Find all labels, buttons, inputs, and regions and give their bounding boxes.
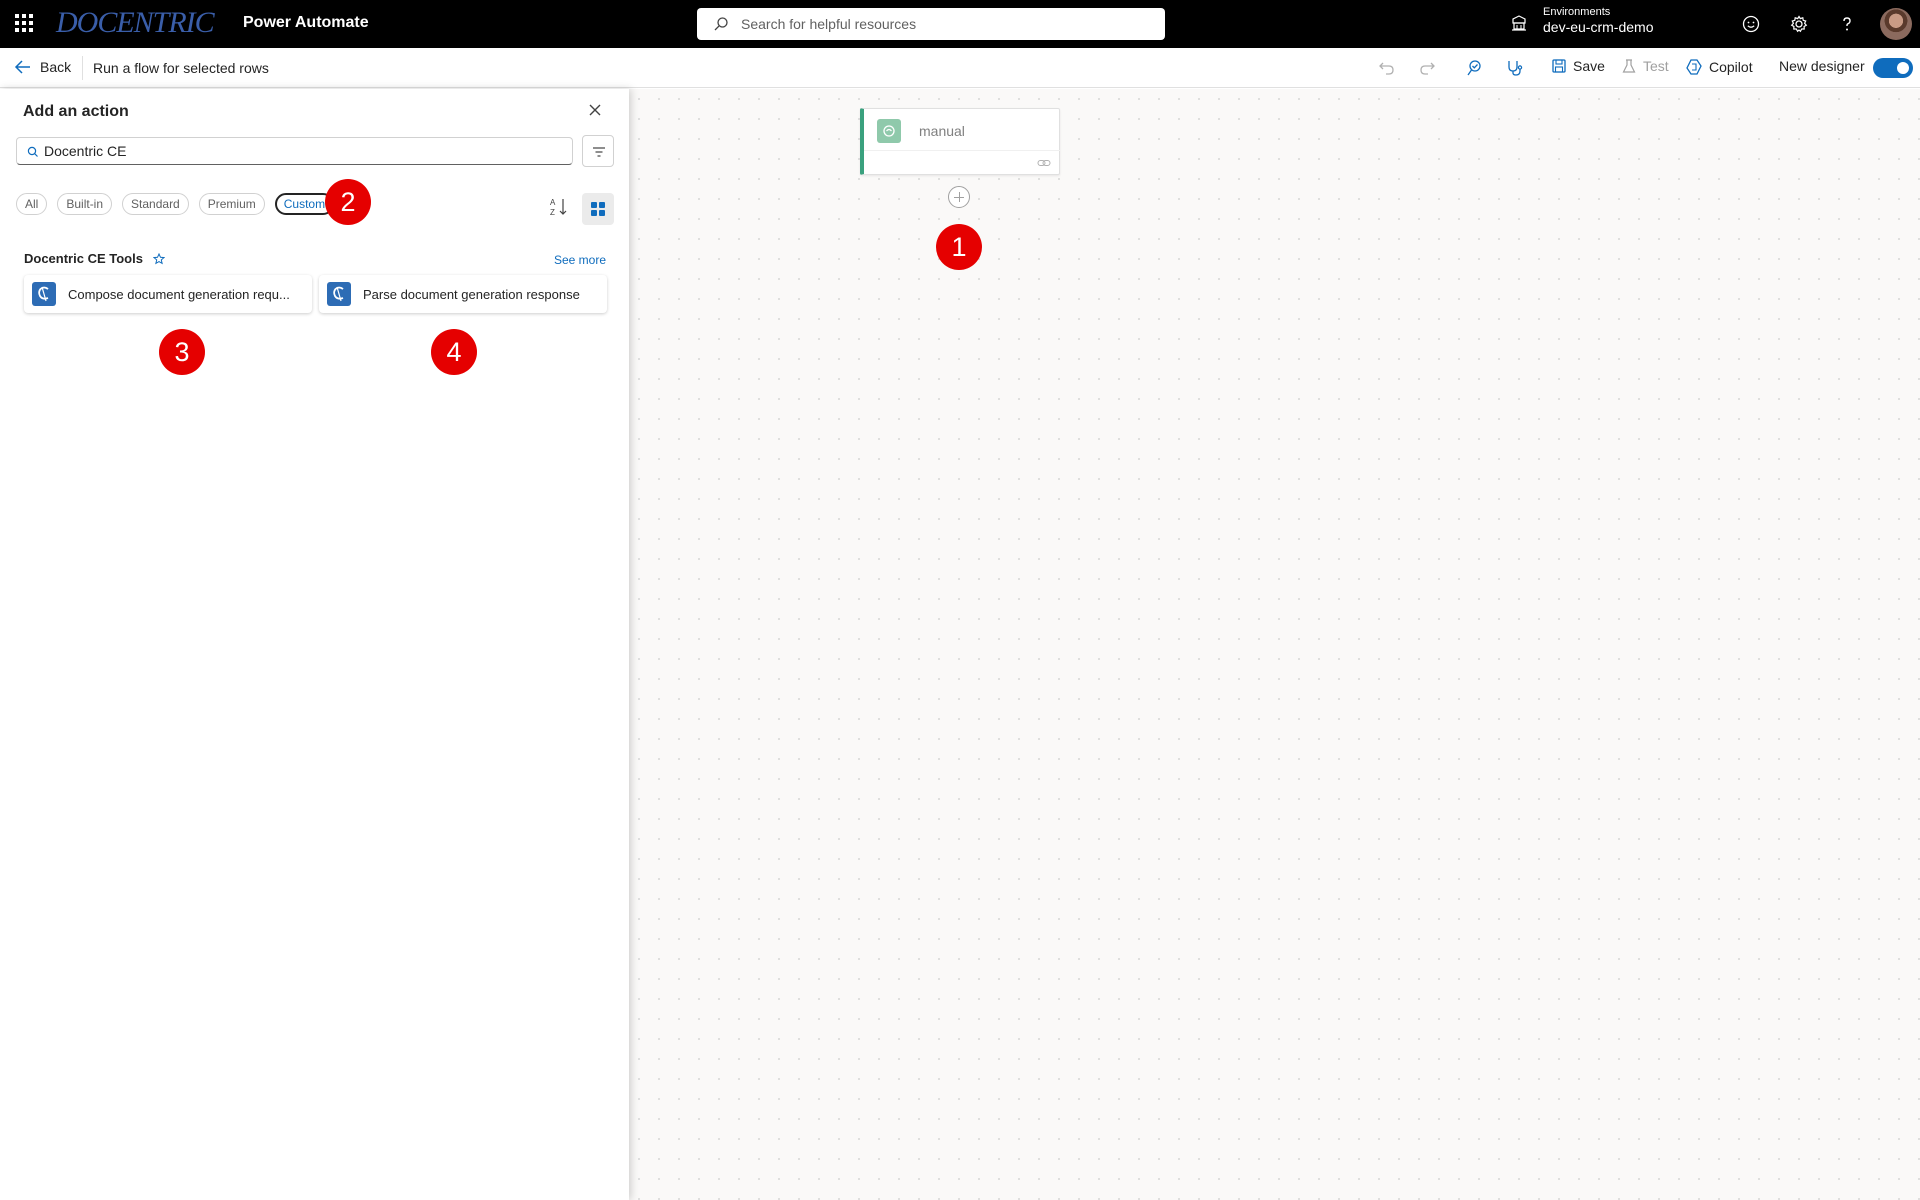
docentric-logo: DOCENTRIC	[56, 2, 215, 44]
filter-button[interactable]	[582, 135, 614, 167]
search-icon	[714, 17, 728, 31]
docentric-connector-icon	[32, 282, 56, 306]
redo-icon[interactable]	[1417, 58, 1437, 78]
filter-pill-built-in[interactable]: Built-in	[57, 193, 113, 215]
connector-name: Docentric CE Tools	[24, 251, 143, 266]
copilot-icon	[1686, 59, 1702, 75]
save-label: Save	[1573, 58, 1605, 74]
flow-title[interactable]: Run a flow for selected rows	[93, 60, 269, 76]
docentric-connector-icon	[327, 282, 351, 306]
trigger-icon	[877, 119, 901, 143]
callout-badge-4: 4	[431, 329, 477, 375]
link-icon	[1037, 160, 1051, 166]
new-designer-toggle[interactable]	[1873, 58, 1913, 78]
global-search[interactable]	[697, 8, 1165, 40]
test-label: Test	[1643, 58, 1669, 74]
logo-text: DOCENTRIC	[56, 6, 215, 39]
copilot-button[interactable]: Copilot	[1685, 58, 1753, 76]
action-card-compose[interactable]: Compose document generation requ...	[24, 275, 312, 313]
save-icon	[1552, 59, 1566, 73]
star-icon[interactable]	[152, 252, 165, 265]
filter-icon	[593, 147, 605, 157]
save-button[interactable]: Save	[1551, 58, 1605, 74]
action-card-parse[interactable]: Parse document generation response	[319, 275, 607, 313]
stethoscope-icon[interactable]	[1505, 58, 1525, 78]
action-label: Compose document generation requ...	[68, 286, 290, 302]
global-search-input[interactable]	[741, 8, 1151, 40]
grid-view-icon	[599, 202, 605, 208]
app-launcher-icon[interactable]	[13, 12, 33, 32]
svg-text:A: A	[550, 198, 556, 207]
connector-section-title: Docentric CE Tools	[24, 251, 165, 266]
runtime-filter-pills: All Built-in Standard Premium Custom	[16, 193, 335, 215]
avatar[interactable]	[1880, 8, 1912, 40]
action-search[interactable]	[16, 137, 573, 165]
action-label: Parse document generation response	[363, 286, 580, 302]
search-icon	[27, 146, 38, 157]
back-button[interactable]: Back	[14, 58, 71, 76]
filter-pill-standard[interactable]: Standard	[122, 193, 189, 215]
see-more-link[interactable]: See more	[554, 253, 606, 267]
callout-badge-3: 3	[159, 329, 205, 375]
callout-badge-2: 2	[325, 179, 371, 225]
close-icon[interactable]	[588, 103, 602, 117]
grid-view-icon	[591, 210, 597, 216]
help-icon[interactable]	[1837, 14, 1857, 34]
new-designer-label: New designer	[1779, 58, 1865, 74]
feedback-smiley-icon[interactable]	[1741, 14, 1761, 34]
callout-badge-1: 1	[936, 224, 982, 270]
trigger-label: manual	[919, 123, 965, 139]
back-label: Back	[40, 59, 72, 75]
action-search-input[interactable]	[44, 138, 564, 164]
gear-icon[interactable]	[1789, 14, 1809, 34]
environment-label: Environments	[1543, 6, 1611, 18]
copilot-label: Copilot	[1709, 59, 1753, 75]
divider	[864, 150, 1060, 151]
command-bar: Back Run a flow for selected rows Save T…	[0, 48, 1920, 88]
sort-az-icon[interactable]: AZ	[549, 196, 569, 218]
flow-checker-icon[interactable]	[1465, 58, 1485, 78]
flow-canvas[interactable]	[629, 89, 1920, 1200]
panel-title: Add an action	[23, 103, 129, 120]
filter-pill-premium[interactable]: Premium	[198, 193, 265, 215]
filter-pill-all[interactable]: All	[16, 193, 48, 215]
trigger-card-manual[interactable]: manual	[860, 108, 1060, 175]
add-step-button[interactable]	[948, 186, 970, 208]
undo-icon[interactable]	[1377, 58, 1397, 78]
environment-icon[interactable]	[1510, 14, 1528, 32]
flask-icon	[1622, 59, 1636, 73]
svg-text:Z: Z	[550, 208, 555, 217]
grid-view-button[interactable]	[582, 193, 614, 225]
environment-name[interactable]: dev-eu-crm-demo	[1543, 19, 1653, 35]
divider	[82, 56, 83, 80]
app-name[interactable]: Power Automate	[243, 14, 369, 32]
grid-view-icon	[591, 202, 597, 208]
grid-view-icon	[599, 210, 605, 216]
add-action-panel: Add an action All Built-in Standard Prem…	[0, 89, 629, 1200]
arrow-left-icon	[14, 60, 30, 74]
test-button[interactable]: Test	[1621, 58, 1669, 74]
top-header: DOCENTRIC Power Automate Environments de…	[0, 0, 1920, 48]
